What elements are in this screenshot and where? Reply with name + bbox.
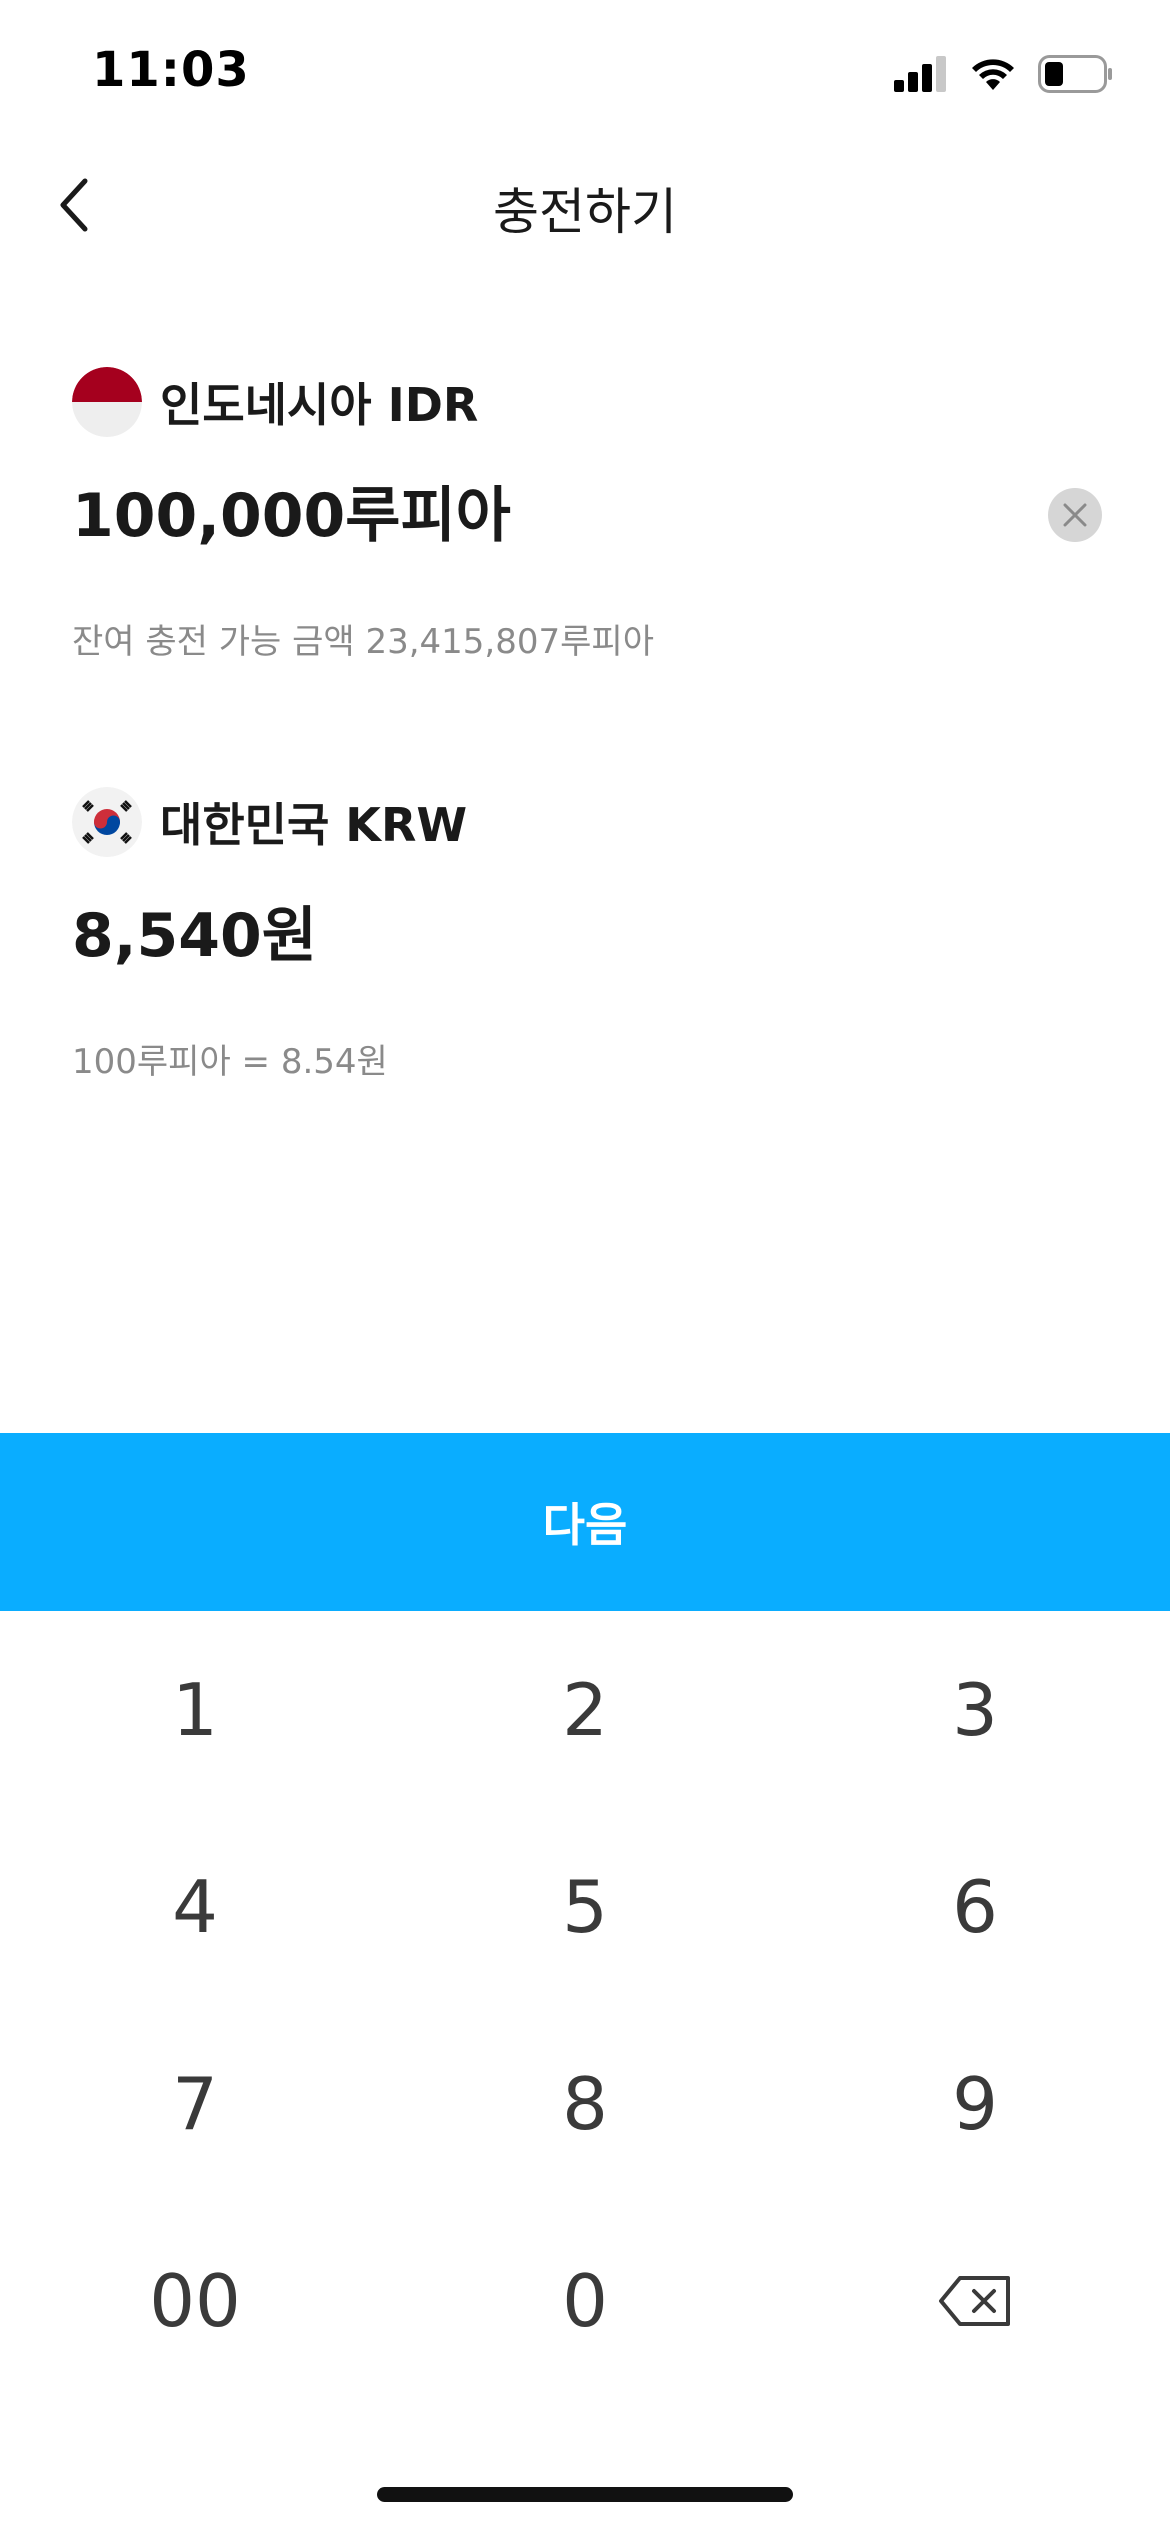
key-1[interactable]: 1 (0, 1611, 390, 1808)
numeric-keypad: 1 2 3 4 5 6 7 8 9 00 0 (0, 1611, 1170, 2401)
source-currency-name: 인도네시아 IDR (160, 378, 479, 432)
clear-amount-button[interactable] (1048, 488, 1102, 542)
key-9[interactable]: 9 (780, 2005, 1170, 2202)
source-amount-row[interactable]: 100,000루피아 (72, 478, 1102, 554)
korea-flag-icon (72, 787, 142, 857)
remaining-balance-text: 잔여 충전 가능 금액 23,415,807루피아 (72, 622, 654, 662)
indonesia-flag-icon (72, 367, 142, 437)
cellular-signal-icon (894, 56, 946, 92)
key-5[interactable]: 5 (390, 1808, 780, 2005)
status-icons (894, 52, 1114, 96)
target-amount-row: 8,540원 (72, 898, 1102, 974)
target-amount-value: 8,540원 (72, 901, 317, 971)
source-currency-section: 인도네시아 IDR 100,000루피아 잔여 충전 가능 금액 23,415,… (72, 366, 1102, 663)
backspace-key[interactable] (780, 2202, 1170, 2399)
key-0[interactable]: 0 (390, 2202, 780, 2399)
screen: 11:03 충전하기 인도네시아 IDR 100,000루피아 잔여 충전 가능… (0, 0, 1170, 2532)
target-currency-header: 대한민국 KRW (72, 786, 1102, 858)
battery-icon (1038, 55, 1112, 93)
target-currency-name: 대한민국 KRW (160, 798, 468, 852)
key-00[interactable]: 00 (0, 2202, 390, 2399)
close-icon (1063, 503, 1087, 527)
home-indicator (377, 2487, 793, 2502)
target-currency-section: 대한민국 KRW 8,540원 100루피아 = 8.54원 (72, 786, 1102, 1083)
key-2[interactable]: 2 (390, 1611, 780, 1808)
key-4[interactable]: 4 (0, 1808, 390, 2005)
header: 충전하기 (0, 150, 1170, 260)
source-currency-header: 인도네시아 IDR (72, 366, 1102, 438)
page-title: 충전하기 (493, 183, 677, 241)
status-bar: 11:03 (0, 0, 1170, 150)
exchange-rate-text: 100루피아 = 8.54원 (72, 1042, 388, 1082)
backspace-icon (939, 2275, 1010, 2326)
key-6[interactable]: 6 (780, 1808, 1170, 2005)
key-3[interactable]: 3 (780, 1611, 1170, 1808)
status-time: 11:03 (92, 42, 250, 98)
source-amount-value[interactable]: 100,000루피아 (72, 478, 1102, 554)
wifi-icon (972, 59, 1014, 90)
key-7[interactable]: 7 (0, 2005, 390, 2202)
key-8[interactable]: 8 (390, 2005, 780, 2202)
next-button[interactable]: 다음 (0, 1433, 1170, 1611)
